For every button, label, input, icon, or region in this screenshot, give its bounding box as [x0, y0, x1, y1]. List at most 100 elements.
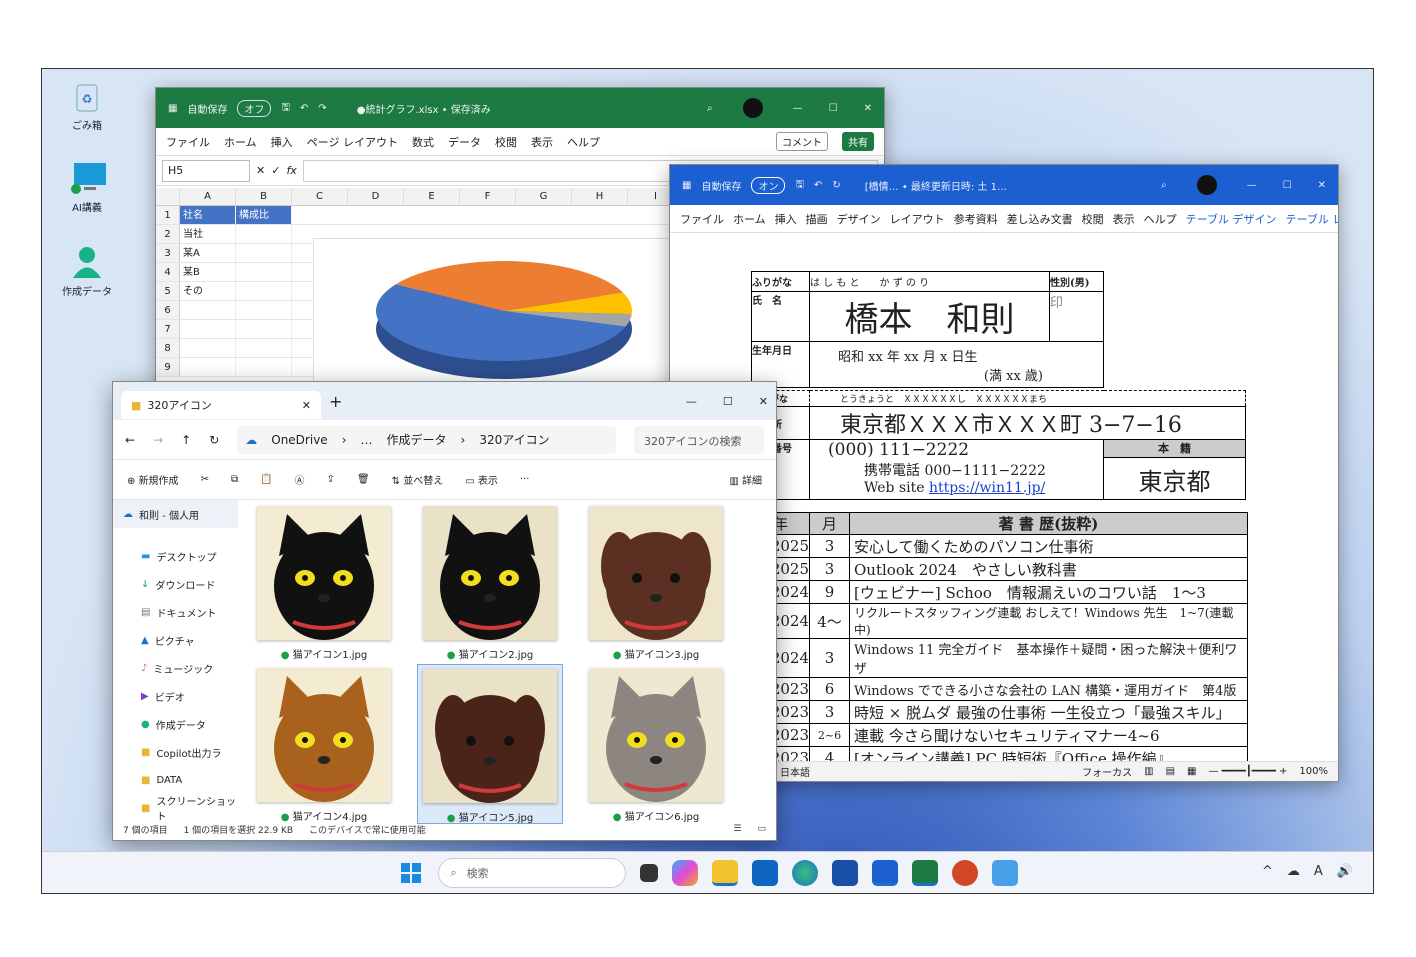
row-number[interactable]: 4 [156, 263, 180, 281]
avatar[interactable] [742, 98, 763, 118]
minimize-icon[interactable]: — [1247, 180, 1257, 191]
share-button[interactable]: 共有 [842, 132, 874, 151]
cut-icon[interactable]: ✂ [201, 474, 209, 485]
row-number[interactable]: 9 [156, 358, 180, 376]
cell[interactable] [236, 301, 292, 319]
nav-item-documents[interactable]: ▤ ドキュメント [113, 598, 238, 626]
close-icon[interactable]: ✕ [864, 103, 872, 114]
nav-item-desktop[interactable]: ▬ デスクトップ [113, 542, 238, 570]
cell[interactable] [236, 282, 292, 300]
menu-design[interactable]: デザイン [837, 211, 881, 227]
row-number[interactable]: 1 [156, 206, 180, 224]
cell[interactable]: 某A [180, 244, 236, 262]
back-icon[interactable]: ← [125, 433, 135, 447]
autosave-toggle[interactable]: オフ [237, 99, 272, 117]
onedrive-icon[interactable]: ☁ [1287, 864, 1300, 879]
history-month[interactable]: 3 [809, 638, 850, 678]
file-title[interactable]: ●統計グラフ.xlsx • 保存済み [357, 101, 491, 116]
history-month[interactable]: 2~6 [809, 723, 850, 747]
start-button[interactable] [398, 860, 424, 886]
address-bar[interactable]: ☁ OneDrive › … 作成データ › 320アイコン [237, 425, 616, 454]
file-item[interactable]: ● 猫アイコン4.jpg [251, 664, 397, 823]
paste-icon[interactable]: 📋 [260, 474, 272, 485]
column-header[interactable]: H [572, 188, 628, 205]
history-month[interactable]: 6 [809, 677, 850, 701]
tray-chevron-icon[interactable]: ^ [1262, 864, 1273, 879]
column-header[interactable]: D [348, 188, 404, 205]
nav-item-downloads[interactable]: ↓ ダウンロード [113, 570, 238, 598]
row-number[interactable]: 6 [156, 301, 180, 319]
minimize-icon[interactable]: — [686, 395, 697, 408]
check-icon[interactable]: ✓ [271, 164, 280, 177]
autosave-toggle[interactable]: オン [751, 176, 786, 194]
cell[interactable] [236, 320, 292, 338]
history-title[interactable]: [ウェビナー] Schoo 情報漏えいのコワい話 1～3 [849, 580, 1248, 604]
menu-help[interactable]: ヘルプ [567, 134, 600, 150]
sort-button[interactable]: ⇅ 並べ替え [392, 472, 444, 487]
history-month[interactable]: 9 [809, 580, 850, 604]
file-item[interactable]: ● 猫アイコン1.jpg [251, 502, 397, 661]
menu-references[interactable]: 参考資料 [954, 211, 998, 227]
menu-file[interactable]: ファイル [166, 134, 210, 150]
details-view-icon[interactable]: ☰ [733, 824, 741, 834]
search-icon[interactable]: ⌕ [707, 103, 713, 114]
cell[interactable]: 社名 [180, 206, 236, 224]
address-kana-value[interactable]: とうきょうと ＸＸＸＸＸＸし ＸＸＸＸＸＸまち [809, 390, 1246, 407]
history-month[interactable]: 3 [809, 534, 850, 558]
menu-view[interactable]: 表示 [1113, 211, 1135, 227]
breadcrumb-320icons[interactable]: 320アイコン [479, 431, 549, 448]
file-item[interactable]: ● 猫アイコン6.jpg [583, 664, 729, 823]
minimize-icon[interactable]: — [793, 103, 803, 114]
nav-item-created-data[interactable]: ● 作成データ [113, 710, 238, 738]
row-number[interactable]: 7 [156, 320, 180, 338]
maximize-icon[interactable]: ☐ [829, 103, 838, 114]
task-view-icon[interactable] [639, 863, 658, 882]
menu-file[interactable]: ファイル [680, 211, 724, 227]
up-icon[interactable]: ↑ [181, 433, 191, 447]
nav-item-pictures[interactable]: ▲ ピクチャ [113, 626, 238, 654]
history-title[interactable]: Outlook 2024 やさしい教科書 [849, 557, 1248, 581]
redo-icon[interactable]: ↻ [832, 180, 840, 191]
search-input[interactable]: 320アイコンの検索 [634, 425, 764, 454]
cancel-icon[interactable]: ✕ [256, 164, 265, 177]
menu-draw[interactable]: 描画 [806, 211, 828, 227]
cell[interactable] [236, 339, 292, 357]
edge-icon[interactable] [791, 859, 818, 886]
zoom-level[interactable]: 100% [1299, 766, 1328, 777]
menu-insert[interactable]: 挿入 [271, 134, 293, 150]
cell[interactable]: 当社 [180, 225, 236, 243]
menu-table-design[interactable]: テーブル デザイン [1186, 211, 1277, 227]
doc-title[interactable]: [橋情… • 最終更新日時: 土 1… [865, 178, 1007, 193]
excel-icon[interactable] [911, 859, 938, 886]
rename-icon[interactable]: Ⓐ [295, 472, 305, 487]
name-value[interactable]: 橋本 和則 [809, 291, 1050, 342]
paint-icon[interactable] [991, 859, 1018, 886]
row-number[interactable]: 3 [156, 244, 180, 262]
web-layout-icon[interactable]: ▦ [1187, 766, 1196, 777]
nav-item-copilot[interactable]: ■ Copilot出力ラ [113, 738, 238, 766]
file-explorer-icon[interactable] [711, 859, 738, 886]
outlook-icon[interactable] [751, 859, 778, 886]
copilot-icon[interactable] [671, 859, 698, 886]
breadcrumb-created-data[interactable]: 作成データ [387, 431, 447, 448]
new-button[interactable]: ⊕ 新規作成 [127, 472, 179, 487]
nav-item-videos[interactable]: ▶ ビデオ [113, 682, 238, 710]
desktop-icon-created-data[interactable]: 作成データ [52, 245, 122, 298]
function-icon[interactable]: fx [286, 164, 296, 177]
desktop-icon-ai-lecture[interactable]: AI講義 [52, 161, 122, 214]
cell[interactable] [236, 263, 292, 281]
menu-mailings[interactable]: 差し込み文書 [1007, 211, 1073, 227]
name-box[interactable]: H5 [162, 159, 250, 182]
column-header[interactable]: B [236, 188, 292, 205]
cell[interactable] [236, 358, 292, 376]
read-mode-icon[interactable]: ▥ [1144, 766, 1153, 777]
desktop-icon-recycle-bin[interactable]: ♻ ごみ箱 [52, 79, 122, 132]
breadcrumb-onedrive[interactable]: OneDrive [271, 433, 327, 447]
history-title[interactable]: リクルートスタッフィング連載 おしえて！Windows 先生 1~7(連載中) [849, 603, 1248, 639]
search-icon[interactable]: ⌕ [1161, 180, 1167, 191]
undo-icon[interactable]: ↶ [814, 180, 822, 191]
cell[interactable] [180, 320, 236, 338]
breadcrumb-ellipsis[interactable]: … [361, 433, 373, 447]
history-title[interactable]: 時短 × 脱ムダ 最強の仕事術 一生役立つ「最強スキル」 [849, 700, 1248, 724]
history-title[interactable]: Windows でできる小さな会社の LAN 構築・運用ガイド 第4版 [849, 677, 1248, 701]
